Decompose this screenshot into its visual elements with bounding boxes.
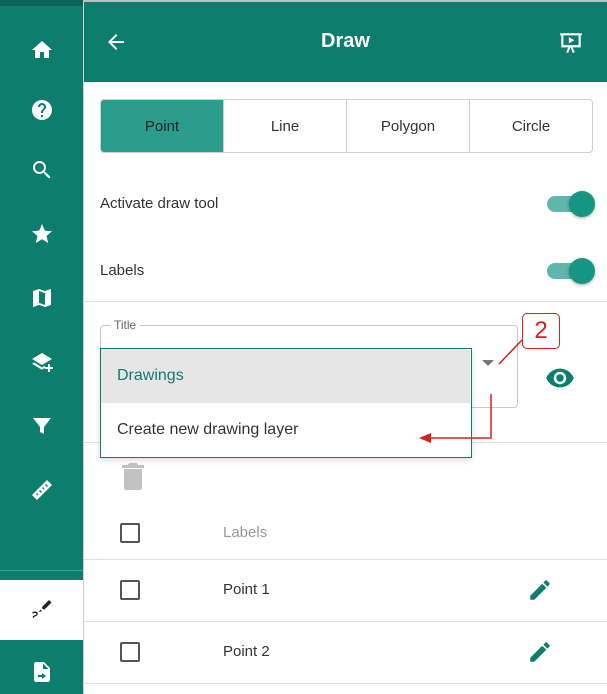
table-header-row: Labels bbox=[84, 502, 607, 564]
row-label: Point 2 bbox=[223, 643, 270, 660]
sidebar-item-measure[interactable] bbox=[0, 460, 83, 520]
file-export-icon bbox=[33, 662, 50, 682]
sidebar-item-home[interactable] bbox=[0, 20, 83, 80]
menu-option-drawings[interactable]: Drawings bbox=[101, 349, 470, 403]
pencil-icon bbox=[530, 580, 550, 600]
sidebar-item-export[interactable] bbox=[0, 642, 83, 694]
title-field-label: Title bbox=[110, 318, 141, 332]
sidebar-divider bbox=[0, 570, 83, 571]
sidebar-item-draw[interactable] bbox=[0, 580, 83, 640]
pencil-icon bbox=[530, 642, 550, 662]
tab-line[interactable]: Line bbox=[223, 100, 346, 152]
sidebar-item-map[interactable] bbox=[0, 268, 83, 328]
tab-point[interactable]: Point bbox=[101, 100, 223, 152]
tab-circle[interactable]: Circle bbox=[469, 100, 592, 152]
activate-draw-label: Activate draw tool bbox=[100, 194, 219, 212]
labels-setting-label: Labels bbox=[100, 261, 145, 279]
presentation-icon bbox=[560, 33, 582, 54]
labels-column-header: Labels bbox=[223, 524, 268, 541]
sidebar bbox=[0, 0, 83, 694]
home-icon bbox=[31, 41, 52, 58]
table-row: Point 1 bbox=[84, 560, 607, 622]
table-row: Point 2 bbox=[84, 622, 607, 684]
sidebar-item-search[interactable] bbox=[0, 140, 83, 200]
toggle-knob bbox=[569, 258, 595, 284]
eye-icon bbox=[546, 368, 574, 388]
title-dropdown-menu: Drawings Create new drawing layer bbox=[100, 348, 472, 458]
activate-draw-toggle[interactable] bbox=[547, 191, 595, 217]
search-icon bbox=[32, 161, 50, 179]
trash-icon bbox=[122, 463, 144, 490]
page-title: Draw bbox=[321, 30, 370, 52]
menu-option-create-layer[interactable]: Create new drawing layer bbox=[101, 403, 470, 457]
geometry-tabs: Point Line Polygon Circle bbox=[100, 99, 593, 153]
panel-header: Draw bbox=[84, 2, 607, 82]
row-checkbox[interactable] bbox=[120, 642, 140, 662]
dropdown-arrow-icon[interactable] bbox=[482, 360, 494, 366]
layers-plus-icon bbox=[31, 353, 53, 372]
ruler-icon bbox=[31, 480, 52, 500]
edit-button[interactable] bbox=[527, 577, 553, 603]
labels-row: Labels bbox=[100, 250, 595, 290]
divider bbox=[84, 683, 607, 684]
draw-panel: Draw Point Line Polygon Circle Activate … bbox=[83, 0, 607, 694]
tab-polygon[interactable]: Polygon bbox=[346, 100, 469, 152]
filter-icon bbox=[32, 418, 51, 434]
sidebar-item-add-layer[interactable] bbox=[0, 332, 83, 392]
row-label: Point 1 bbox=[223, 581, 270, 598]
row-checkbox[interactable] bbox=[120, 580, 140, 600]
toggle-knob bbox=[569, 191, 595, 217]
star-icon bbox=[31, 224, 52, 243]
sidebar-item-help[interactable] bbox=[0, 80, 83, 140]
activate-draw-row: Activate draw tool bbox=[100, 183, 595, 223]
delete-button[interactable] bbox=[120, 460, 146, 492]
annotation-callout: 2 bbox=[522, 313, 560, 349]
labels-toggle[interactable] bbox=[547, 258, 595, 284]
help-icon bbox=[31, 100, 52, 120]
sidebar-item-filter[interactable] bbox=[0, 396, 83, 456]
divider bbox=[84, 301, 607, 302]
draw-icon bbox=[31, 600, 51, 618]
select-all-checkbox[interactable] bbox=[120, 523, 140, 543]
map-icon bbox=[32, 289, 51, 307]
visibility-button[interactable] bbox=[542, 360, 578, 396]
edit-button[interactable] bbox=[527, 639, 553, 665]
presentation-button[interactable] bbox=[556, 28, 586, 58]
sidebar-item-favorites[interactable] bbox=[0, 204, 83, 264]
